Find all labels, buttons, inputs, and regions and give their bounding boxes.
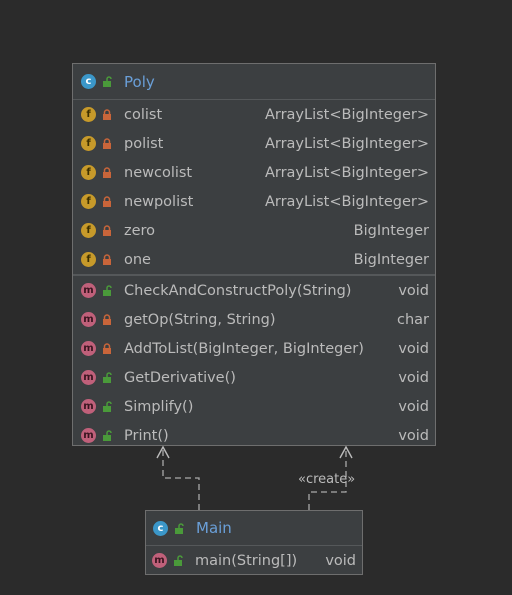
method-icon: m <box>81 312 96 327</box>
private-lock-icon <box>103 254 111 265</box>
public-lock-icon <box>103 285 112 296</box>
method-type: void <box>398 427 429 444</box>
method-name: GetDerivative() <box>124 369 236 386</box>
public-lock-icon <box>103 401 112 412</box>
field-name: newcolist <box>124 164 193 181</box>
method-type: void <box>398 369 429 386</box>
method-row[interactable]: m main(String[]) void <box>146 546 362 575</box>
poly-class-header[interactable]: c Poly <box>73 64 435 100</box>
field-row[interactable]: f colist ArrayList<BigInteger> <box>73 100 435 129</box>
private-lock-icon <box>103 167 111 178</box>
field-name: one <box>124 251 151 268</box>
method-name: Print() <box>124 427 169 444</box>
field-name: zero <box>124 222 156 239</box>
method-row[interactable]: m CheckAndConstructPoly(String) void <box>73 276 435 305</box>
field-type: ArrayList<BigInteger> <box>264 193 429 210</box>
method-type: void <box>398 398 429 415</box>
private-lock-icon <box>103 138 111 149</box>
create-stereotype-label: «create» <box>298 472 356 487</box>
method-icon: m <box>81 341 96 356</box>
field-icon: f <box>81 136 96 151</box>
method-name: CheckAndConstructPoly(String) <box>124 282 352 299</box>
field-icon: f <box>81 107 96 122</box>
field-icon: f <box>81 194 96 209</box>
method-type: char <box>396 311 429 328</box>
field-row[interactable]: f newpolist ArrayList<BigInteger> <box>73 187 435 216</box>
private-lock-icon <box>103 196 111 207</box>
method-type: void <box>398 340 429 357</box>
field-name: colist <box>124 106 163 123</box>
method-icon: m <box>81 370 96 385</box>
field-type: ArrayList<BigInteger> <box>264 164 429 181</box>
private-lock-icon <box>103 225 111 236</box>
field-name: polist <box>124 135 164 152</box>
field-type: ArrayList<BigInteger> <box>264 135 429 152</box>
method-name: getOp(String, String) <box>124 311 276 328</box>
public-lock-icon <box>103 372 112 383</box>
class-name: Poly <box>124 72 155 91</box>
methods-section: m main(String[]) void <box>146 546 362 575</box>
public-lock-icon <box>103 430 112 441</box>
method-icon: m <box>152 553 167 568</box>
method-row[interactable]: m GetDerivative() void <box>73 363 435 392</box>
method-name: Simplify() <box>124 398 194 415</box>
method-row[interactable]: m getOp(String, String) char <box>73 305 435 334</box>
method-row[interactable]: m Simplify() void <box>73 392 435 421</box>
field-icon: f <box>81 252 96 267</box>
unlocked-lock-icon <box>175 522 184 534</box>
class-icon: c <box>81 74 96 89</box>
field-type: BigInteger <box>353 222 429 239</box>
class-name: Main <box>196 519 232 537</box>
method-icon: m <box>81 399 96 414</box>
method-icon: m <box>81 283 96 298</box>
private-lock-icon <box>103 343 111 354</box>
method-row[interactable]: m Print() void <box>73 421 435 450</box>
methods-section: m CheckAndConstructPoly(String) void m getOp… <box>73 276 435 450</box>
public-lock-icon <box>174 555 183 566</box>
private-lock-icon <box>103 109 111 120</box>
method-name: AddToList(BigInteger, BigInteger) <box>124 340 364 357</box>
field-name: newpolist <box>124 193 194 210</box>
unlocked-lock-icon <box>103 76 112 87</box>
field-type: ArrayList<BigInteger> <box>264 106 429 123</box>
field-row[interactable]: f one BigInteger <box>73 245 435 274</box>
method-name: main(String[]) <box>195 552 298 569</box>
field-row[interactable]: f zero BigInteger <box>73 216 435 245</box>
field-icon: f <box>81 165 96 180</box>
field-row[interactable]: f polist ArrayList<BigInteger> <box>73 129 435 158</box>
field-icon: f <box>81 223 96 238</box>
method-type: void <box>398 282 429 299</box>
field-row[interactable]: f newcolist ArrayList<BigInteger> <box>73 158 435 187</box>
field-type: BigInteger <box>353 251 429 268</box>
class-icon: c <box>153 520 168 536</box>
fields-section: f colist ArrayList<BigInteger> f polist Array… <box>73 100 435 274</box>
poly-class[interactable]: c Poly f colist ArrayList<BigInteger> f poli… <box>72 63 436 446</box>
method-row[interactable]: m AddToList(BigInteger, BigInteger) void <box>73 334 435 363</box>
private-lock-icon <box>103 314 111 325</box>
main-class-header[interactable]: c Main <box>146 511 362 546</box>
main-class[interactable]: c Main m main(String[]) void <box>145 510 363 575</box>
method-type: void <box>325 552 356 569</box>
method-icon: m <box>81 428 96 443</box>
